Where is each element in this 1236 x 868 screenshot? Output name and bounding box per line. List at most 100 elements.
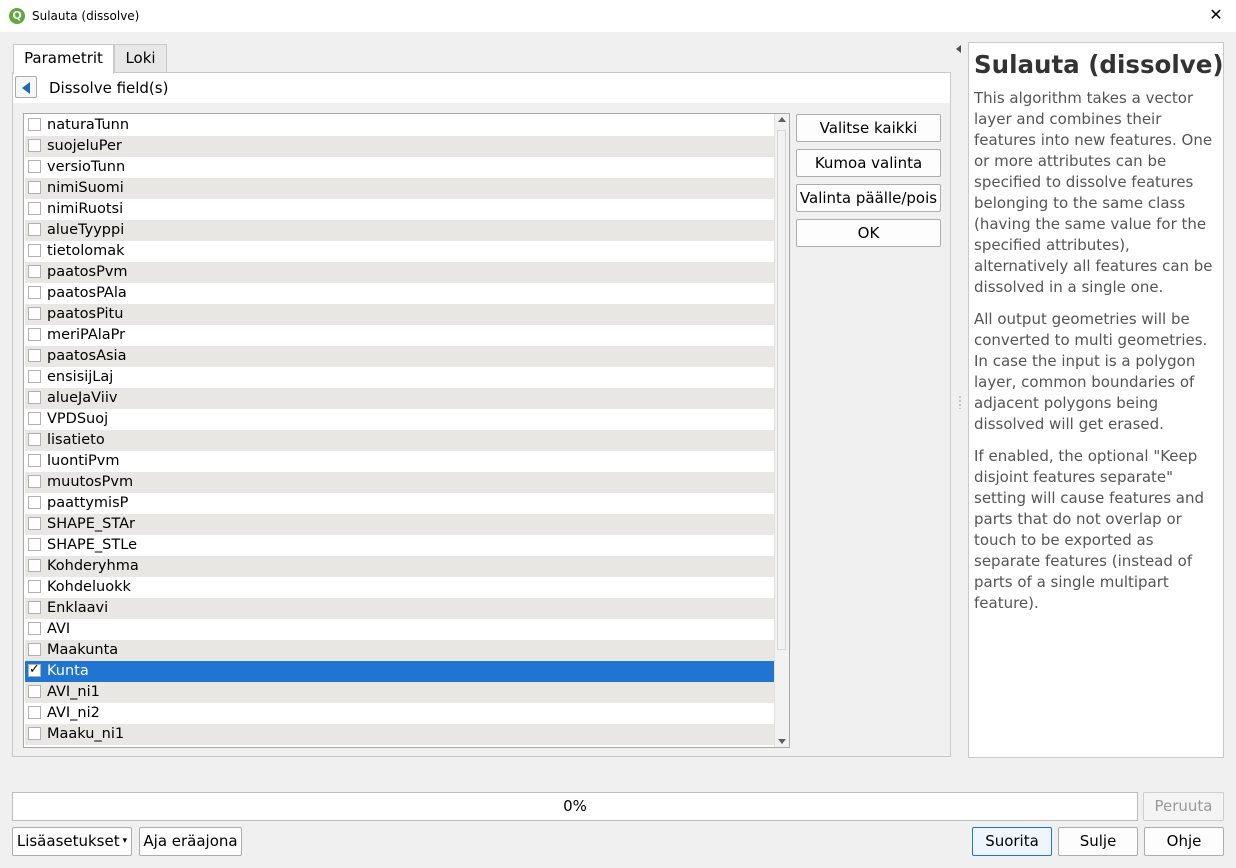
field-list-item[interactable]: suojeluPer — [25, 136, 776, 157]
field-list-item[interactable]: nimiSuomi — [25, 178, 776, 199]
field-checkbox[interactable] — [28, 244, 41, 257]
field-checkbox[interactable] — [28, 286, 41, 299]
cancel-button[interactable]: Peruuta — [1143, 792, 1224, 821]
field-list-item[interactable]: versioTunn — [25, 157, 776, 178]
run-button[interactable]: Suorita — [972, 827, 1052, 856]
field-checkbox[interactable] — [28, 118, 41, 131]
scroll-up-arrow-icon[interactable] — [778, 117, 786, 122]
field-checkbox[interactable] — [28, 706, 41, 719]
field-checkbox[interactable] — [28, 265, 41, 278]
field-checkbox[interactable] — [28, 580, 41, 593]
field-list-item[interactable]: Maaku_ni1 — [25, 724, 776, 745]
field-list-item[interactable]: alueJaViiv — [25, 388, 776, 409]
field-list-item[interactable]: Maakunta — [25, 640, 776, 661]
field-checkbox[interactable] — [28, 559, 41, 572]
field-label: AVI — [47, 621, 71, 637]
field-label: nimiSuomi — [47, 180, 124, 196]
field-checkbox[interactable] — [28, 622, 41, 635]
field-checkbox[interactable] — [28, 538, 41, 551]
field-list-item[interactable]: paatosAsia — [25, 346, 776, 367]
scrollbar-thumb[interactable] — [777, 130, 786, 650]
field-checkbox[interactable] — [28, 685, 41, 698]
ok-button[interactable]: OK — [796, 219, 941, 247]
qgis-logo-icon: Q — [9, 8, 25, 24]
dropdown-arrow-icon: ▾ — [122, 836, 128, 846]
field-checkbox[interactable] — [28, 454, 41, 467]
splitter-handle[interactable] — [959, 395, 961, 409]
field-checkbox[interactable] — [28, 391, 41, 404]
close-button[interactable]: Sulje — [1058, 827, 1138, 856]
collapse-arrow-icon[interactable] — [956, 45, 961, 53]
field-list-item[interactable]: luontiPvm — [25, 451, 776, 472]
field-list-item[interactable]: ensisijLaj — [25, 367, 776, 388]
field-list-item[interactable]: AVI_ni2 — [25, 703, 776, 724]
back-arrow-icon[interactable] — [15, 76, 37, 98]
field-list-item[interactable]: muutosPvm — [25, 472, 776, 493]
field-list-item[interactable]: paatosPvm — [25, 262, 776, 283]
field-list-item[interactable]: SHAPE_STAr — [25, 514, 776, 535]
vertical-scrollbar[interactable] — [774, 114, 789, 747]
field-checkbox[interactable] — [28, 139, 41, 152]
field-label: Kohderyhma — [47, 558, 139, 574]
field-list-item[interactable]: Kohderyhma — [25, 556, 776, 577]
field-list-item[interactable]: paatosPAla — [25, 283, 776, 304]
field-checkbox[interactable] — [28, 412, 41, 425]
field-list-item[interactable]: meriPAlaPr — [25, 325, 776, 346]
field-checkbox[interactable] — [28, 202, 41, 215]
field-checkbox[interactable] — [28, 349, 41, 362]
field-list-item[interactable]: naturaTunn — [25, 115, 776, 136]
field-checkbox[interactable] — [28, 727, 41, 740]
field-label: alueTyyppi — [47, 222, 125, 238]
field-list-item[interactable]: SHAPE_STLe — [25, 535, 776, 556]
field-label: versioTunn — [47, 159, 126, 175]
field-checkbox[interactable] — [28, 496, 41, 509]
field-checkbox[interactable] — [28, 517, 41, 530]
progress-bar: 0% — [12, 792, 1138, 821]
field-checkbox[interactable] — [28, 223, 41, 236]
field-list-item[interactable]: tietolomak — [25, 241, 776, 262]
field-list-item[interactable]: Enklaavi — [25, 598, 776, 619]
field-list-item[interactable]: lisatieto — [25, 430, 776, 451]
field-checkbox[interactable] — [28, 662, 41, 677]
field-checkbox[interactable] — [28, 307, 41, 320]
field-checkbox[interactable] — [28, 643, 41, 656]
toggle-selection-button[interactable]: Valinta päälle/pois — [796, 184, 941, 212]
field-label: muutosPvm — [47, 474, 134, 490]
field-list-item[interactable]: Kohdeluokk — [25, 577, 776, 598]
scroll-down-arrow-icon[interactable] — [778, 739, 786, 744]
field-checkbox[interactable] — [28, 433, 41, 446]
clear-selection-button[interactable]: Kumoa valinta — [796, 149, 941, 177]
field-checkbox[interactable] — [28, 601, 41, 614]
field-checkbox[interactable] — [28, 181, 41, 194]
field-list[interactable]: naturaTunn suojeluPer versioTunn nimiSuomi n… — [23, 113, 790, 748]
field-label: alueJaViiv — [47, 390, 118, 406]
field-list-item[interactable]: AVI_ni1 — [25, 682, 776, 703]
field-label: suojeluPer — [47, 138, 122, 154]
close-icon[interactable]: ✕ — [1205, 4, 1227, 26]
field-list-item[interactable]: alueTyyppi — [25, 220, 776, 241]
field-list-item[interactable]: paattymisP — [25, 493, 776, 514]
select-all-button[interactable]: Valitse kaikki — [796, 114, 941, 142]
field-label: paatosPitu — [47, 306, 124, 322]
run-batch-button[interactable]: Aja eräajona — [139, 827, 242, 856]
field-list-item[interactable]: Kunta — [25, 661, 776, 682]
field-label: paatosPvm — [47, 264, 128, 280]
field-list-item[interactable]: AVI — [25, 619, 776, 640]
field-checkbox[interactable] — [28, 475, 41, 488]
tab-loki[interactable]: Loki — [114, 44, 167, 73]
field-label: paatosPAla — [47, 285, 127, 301]
field-list-item[interactable]: nimiRuotsi — [25, 199, 776, 220]
window-title: Sulauta (dissolve) — [32, 9, 140, 23]
field-checkbox[interactable] — [28, 160, 41, 173]
field-list-item[interactable]: VPDSuoj — [25, 409, 776, 430]
title-bar: Q Sulauta (dissolve) ✕ — [0, 0, 1236, 32]
field-checkbox[interactable] — [28, 328, 41, 341]
field-checkbox[interactable] — [28, 370, 41, 383]
help-paragraph: If enabled, the optional "Keep disjoint … — [974, 447, 1205, 612]
tab-parametrit[interactable]: Parametrit — [13, 44, 114, 74]
advanced-dropdown[interactable]: Lisäasetukset ▾ — [12, 827, 132, 856]
field-label: VPDSuoj — [47, 411, 109, 427]
help-button[interactable]: Ohje — [1144, 827, 1224, 856]
field-label: paatosAsia — [47, 348, 127, 364]
field-list-item[interactable]: paatosPitu — [25, 304, 776, 325]
